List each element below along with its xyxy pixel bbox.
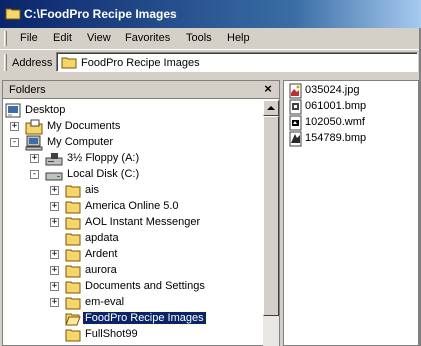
window-title: C:\FoodPro Recipe Images (24, 7, 177, 21)
tree-item-folder[interactable]: + America Online 5.0 (5, 199, 255, 215)
tree-item-label: My Documents (47, 120, 121, 132)
tree-item-folder[interactable]: + Ardent (5, 247, 255, 263)
file-name: 102050.wmf (305, 116, 365, 128)
tree-item-folder[interactable]: FullShot99 (5, 327, 255, 343)
tree-item-label: ais (85, 184, 100, 196)
tree-item-label: FoodPro Recipe Images (82, 311, 207, 325)
tree-item-folder[interactable]: + AOL Instant Messenger (5, 215, 255, 231)
tree-item-label: 3½ Floppy (A:) (67, 152, 140, 164)
desktop-icon (5, 103, 21, 118)
tree-item-label: apdata (85, 232, 119, 244)
expand-icon[interactable]: + (50, 298, 59, 307)
expand-icon[interactable]: + (50, 218, 59, 227)
title-bar[interactable]: C:\FoodPro Recipe Images (0, 0, 421, 28)
tree-item-label: AOL Instant Messenger (85, 216, 201, 228)
my-computer-icon (25, 135, 43, 151)
folder-icon (65, 249, 81, 262)
tree-item-desktop[interactable]: Desktop (5, 103, 255, 119)
tree-item-label: FullShot99 (85, 328, 138, 340)
toolbar-grip[interactable] (4, 31, 7, 46)
tree-item-my-documents[interactable]: + My Documents (5, 119, 255, 135)
file-name: 154789.bmp (305, 132, 367, 144)
tree-item-label: Local Disk (C:) (67, 168, 140, 180)
expand-icon[interactable]: + (10, 122, 19, 131)
file-name: 061001.bmp (305, 100, 367, 112)
tree-item-folder[interactable]: + ais (5, 183, 255, 199)
menu-bar: File Edit View Favorites Tools Help (0, 28, 421, 49)
expand-icon[interactable]: + (50, 250, 59, 259)
folder-icon (65, 233, 81, 246)
folders-header: Folders × (3, 81, 279, 99)
scroll-thumb[interactable] (263, 116, 279, 316)
address-value: FoodPro Recipe Images (81, 57, 200, 69)
expand-icon[interactable]: + (50, 282, 59, 291)
menu-file[interactable]: File (20, 32, 38, 44)
tree-item-folder[interactable]: apdata (5, 231, 255, 247)
tree-item-label: em-eval (85, 296, 125, 308)
arrow-up-icon (267, 106, 275, 110)
folder-icon (65, 297, 81, 310)
open-folder-icon (65, 313, 81, 326)
expand-icon[interactable]: + (50, 186, 59, 195)
tree-item-label: Desktop (25, 104, 66, 116)
folder-icon (65, 217, 81, 230)
collapse-icon[interactable]: - (30, 170, 39, 179)
tree-item-label: Documents and Settings (85, 280, 205, 292)
tree-item-label: My Computer (47, 136, 114, 148)
folder-icon (5, 8, 21, 20)
toolbar-grip[interactable] (4, 54, 7, 71)
floppy-drive-icon (45, 153, 63, 166)
wmf-file-icon (289, 115, 302, 131)
address-bar: Address FoodPro Recipe Images (0, 49, 421, 76)
tree-item-folder[interactable]: + aurora (5, 263, 255, 279)
hard-drive-icon (45, 172, 63, 181)
menu-view[interactable]: View (87, 32, 111, 44)
address-input[interactable]: FoodPro Recipe Images (56, 52, 418, 72)
folder-icon (65, 281, 81, 294)
tree-item-my-computer[interactable]: - My Computer (5, 135, 255, 151)
folder-icon (65, 329, 81, 342)
collapse-icon[interactable]: - (10, 138, 19, 147)
folders-pane: Folders × Desktop + My Documents - My Co… (2, 80, 280, 346)
tree-item-label: aurora (85, 264, 117, 276)
tree-item-label: Ardent (85, 248, 118, 260)
menu-edit[interactable]: Edit (53, 32, 72, 44)
folders-title: Folders (9, 84, 46, 96)
folder-icon (65, 265, 81, 278)
bmp-file-icon (289, 131, 302, 147)
file-list: 035024.jpg 061001.bmp 102050.wmf 154789.… (283, 80, 419, 346)
bmp-file-icon (289, 99, 302, 115)
folder-icon (65, 185, 81, 198)
tree-item-label: America Online 5.0 (85, 200, 179, 212)
tree-item-foodpro-recipe-images[interactable]: FoodPro Recipe Images (5, 311, 255, 327)
vertical-scrollbar[interactable] (263, 100, 279, 346)
folder-icon (61, 57, 77, 69)
menu-tools[interactable]: Tools (186, 32, 212, 44)
folder-tree: Desktop + My Documents - My Computer + 3… (3, 100, 262, 346)
menu-favorites[interactable]: Favorites (125, 32, 170, 44)
expand-icon[interactable]: + (30, 154, 39, 163)
expand-icon[interactable]: + (50, 266, 59, 275)
folder-icon (65, 201, 81, 214)
tree-item-folder[interactable]: + em-eval (5, 295, 255, 311)
scroll-up-button[interactable] (263, 100, 279, 116)
tree-item-folder[interactable]: + Documents and Settings (5, 279, 255, 295)
menu-help[interactable]: Help (227, 32, 250, 44)
expand-icon[interactable]: + (50, 202, 59, 211)
address-label: Address (12, 57, 53, 69)
tree-item-local-disk[interactable]: - Local Disk (C:) (5, 167, 255, 183)
jpg-file-icon (289, 83, 302, 99)
file-name: 035024.jpg (305, 84, 360, 96)
tree-item-floppy[interactable]: + 3½ Floppy (A:) (5, 151, 255, 167)
my-documents-icon (25, 119, 43, 135)
close-icon[interactable]: × (261, 82, 275, 96)
